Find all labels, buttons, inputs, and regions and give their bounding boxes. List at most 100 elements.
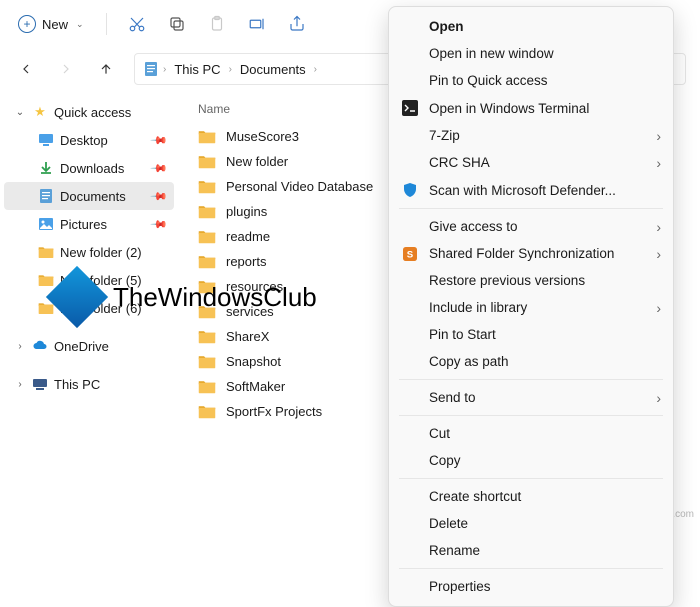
- pin-icon: 📌: [150, 215, 169, 234]
- rename-button[interactable]: [239, 6, 275, 42]
- menu-separator: [399, 379, 663, 380]
- menu-item-label: Send to: [429, 390, 476, 405]
- sidebar-item-folder[interactable]: New folder (6): [4, 294, 174, 322]
- expand-icon[interactable]: ›: [14, 379, 26, 390]
- menu-item-label: Cut: [429, 426, 450, 441]
- file-name: MuseScore3: [226, 129, 299, 144]
- folder-icon: [198, 354, 216, 369]
- menu-item[interactable]: Scan with Microsoft Defender...: [389, 176, 673, 204]
- menu-item-label: Copy as path: [429, 354, 509, 369]
- paste-button[interactable]: [199, 6, 235, 42]
- menu-item-label: 7-Zip: [429, 128, 460, 143]
- expand-icon[interactable]: ›: [14, 341, 26, 352]
- folder-icon: [198, 154, 216, 169]
- file-name: Personal Video Database: [226, 179, 373, 194]
- folder-icon: [198, 204, 216, 219]
- file-name: resources: [226, 279, 283, 294]
- sidebar-this-pc[interactable]: › This PC: [4, 370, 174, 398]
- share-button[interactable]: [279, 6, 315, 42]
- pin-icon: 📌: [150, 187, 169, 206]
- menu-item-label: Copy: [429, 453, 461, 468]
- expand-icon[interactable]: ⌄: [14, 107, 26, 118]
- menu-item-label: Scan with Microsoft Defender...: [429, 183, 616, 198]
- pc-icon: [32, 376, 48, 392]
- new-button-label: New: [42, 17, 68, 32]
- menu-item[interactable]: Rename: [389, 537, 673, 564]
- cut-button[interactable]: [119, 6, 155, 42]
- sidebar-item-folder[interactable]: New folder (2): [4, 238, 174, 266]
- file-name: plugins: [226, 204, 267, 219]
- breadcrumb-root[interactable]: This PC: [170, 60, 224, 79]
- folder-icon: [38, 244, 54, 260]
- file-name: services: [226, 304, 274, 319]
- menu-item[interactable]: Properties: [389, 573, 673, 600]
- documents-icon: [38, 188, 54, 204]
- menu-item[interactable]: Copy as path: [389, 348, 673, 375]
- navigation-pane: ⌄ ★ Quick access Desktop 📌 Downloads 📌 D…: [0, 90, 178, 524]
- sidebar-onedrive[interactable]: › OneDrive: [4, 332, 174, 360]
- menu-separator: [399, 568, 663, 569]
- file-name: reports: [226, 254, 266, 269]
- pin-icon: 📌: [150, 131, 169, 150]
- file-name: ShareX: [226, 329, 269, 344]
- menu-separator: [399, 478, 663, 479]
- new-button[interactable]: + New ⌄: [8, 9, 94, 39]
- menu-item[interactable]: Pin to Start: [389, 321, 673, 348]
- back-button[interactable]: [8, 51, 44, 87]
- menu-item-label: Properties: [429, 579, 491, 594]
- sidebar-item-downloads[interactable]: Downloads 📌: [4, 154, 174, 182]
- context-menu: Open Open in new window Pin to Quick acces…: [388, 6, 674, 607]
- folder-icon: [38, 300, 54, 316]
- menu-item[interactable]: Create shortcut: [389, 483, 673, 510]
- file-name: SportFx Projects: [226, 404, 322, 419]
- breadcrumb-current[interactable]: Documents: [236, 60, 310, 79]
- folder-icon: [198, 229, 216, 244]
- folder-icon: [198, 129, 216, 144]
- menu-item-label: Include in library: [429, 300, 527, 315]
- sidebar-item-desktop[interactable]: Desktop 📌: [4, 126, 174, 154]
- menu-item[interactable]: Open in new window: [389, 40, 673, 67]
- copy-button[interactable]: [159, 6, 195, 42]
- terminal-icon: [401, 100, 419, 116]
- menu-item-label: Shared Folder Synchronization: [429, 246, 614, 261]
- menu-item[interactable]: 7-Zip: [389, 122, 673, 149]
- menu-item[interactable]: S Shared Folder Synchronization: [389, 240, 673, 267]
- menu-item[interactable]: Open: [389, 13, 673, 40]
- cloud-icon: [32, 338, 48, 354]
- pictures-icon: [38, 216, 54, 232]
- menu-item[interactable]: Give access to: [389, 213, 673, 240]
- menu-item[interactable]: CRC SHA: [389, 149, 673, 176]
- menu-item-label: Rename: [429, 543, 480, 558]
- up-button[interactable]: [88, 51, 124, 87]
- file-name: Snapshot: [226, 354, 281, 369]
- toolbar-separator: [106, 13, 107, 35]
- desktop-icon: [38, 132, 54, 148]
- folder-icon: [198, 404, 216, 419]
- sidebar-item-folder[interactable]: New folder (5): [4, 266, 174, 294]
- menu-item[interactable]: Restore previous versions: [389, 267, 673, 294]
- download-icon: [38, 160, 54, 176]
- svg-text:S: S: [407, 249, 414, 260]
- menu-item-label: Give access to: [429, 219, 518, 234]
- menu-item-label: Open in new window: [429, 46, 554, 61]
- menu-item[interactable]: Cut: [389, 420, 673, 447]
- chevron-right-icon: ›: [163, 64, 166, 75]
- menu-item[interactable]: Include in library: [389, 294, 673, 321]
- folder-icon: [198, 254, 216, 269]
- sidebar-quick-access[interactable]: ⌄ ★ Quick access: [4, 98, 174, 126]
- menu-item[interactable]: Open in Windows Terminal: [389, 94, 673, 122]
- menu-item-label: Open: [429, 19, 464, 34]
- forward-button[interactable]: [48, 51, 84, 87]
- folder-icon: [198, 304, 216, 319]
- menu-item[interactable]: Send to: [389, 384, 673, 411]
- sync-icon: S: [401, 247, 419, 261]
- sidebar-item-documents[interactable]: Documents 📌: [4, 182, 174, 210]
- folder-icon: [198, 379, 216, 394]
- folder-icon: [198, 179, 216, 194]
- menu-separator: [399, 208, 663, 209]
- menu-item-label: Open in Windows Terminal: [429, 101, 589, 116]
- sidebar-item-pictures[interactable]: Pictures 📌: [4, 210, 174, 238]
- menu-item[interactable]: Pin to Quick access: [389, 67, 673, 94]
- pin-icon: 📌: [150, 159, 169, 178]
- menu-item[interactable]: Copy: [389, 447, 673, 474]
